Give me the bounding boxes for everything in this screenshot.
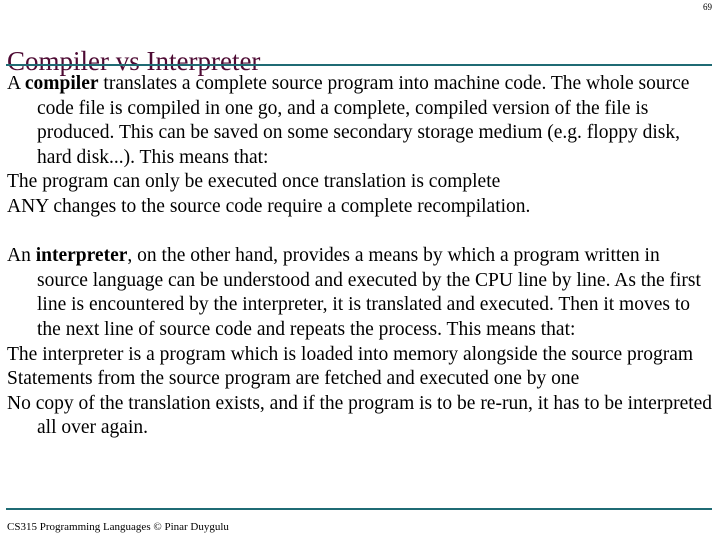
footer-divider — [6, 508, 712, 510]
interpreter-keyword: interpreter — [35, 245, 128, 267]
compiler-lead-prefix: A — [7, 73, 25, 94]
interpreter-lead-rest: , on the other hand, provides a means by… — [37, 245, 701, 340]
compiler-bullet-2: ANY changes to the source code require a… — [7, 195, 531, 217]
interpreter-bullet-2: Statements from the source program are f… — [7, 368, 580, 390]
compiler-bullet-1: The program can only be executed once tr… — [7, 171, 501, 193]
interpreter-bullet-3: No copy of the translation exists, and i… — [7, 392, 713, 439]
compiler-keyword: compiler — [24, 73, 99, 94]
interpreter-lead-prefix: An — [7, 245, 36, 267]
compiler-lead-rest: translates a complete source program int… — [37, 73, 690, 168]
compiler-lead-paragraph: A compiler translates a complete source … — [7, 72, 713, 170]
interpreter-lead-paragraph: An interpreter, on the other hand, provi… — [7, 244, 713, 342]
slide-body: A compiler translates a complete source … — [7, 72, 713, 441]
title-divider — [6, 64, 712, 66]
interpreter-bullet-1: The interpreter is a program which is lo… — [7, 343, 694, 365]
footer-credit: CS315 Programming Languages © Pinar Duyg… — [7, 521, 229, 533]
page-number: 69 — [703, 2, 712, 12]
slide-canvas: 69 Compiler vs Interpreter A compiler tr… — [0, 0, 720, 540]
